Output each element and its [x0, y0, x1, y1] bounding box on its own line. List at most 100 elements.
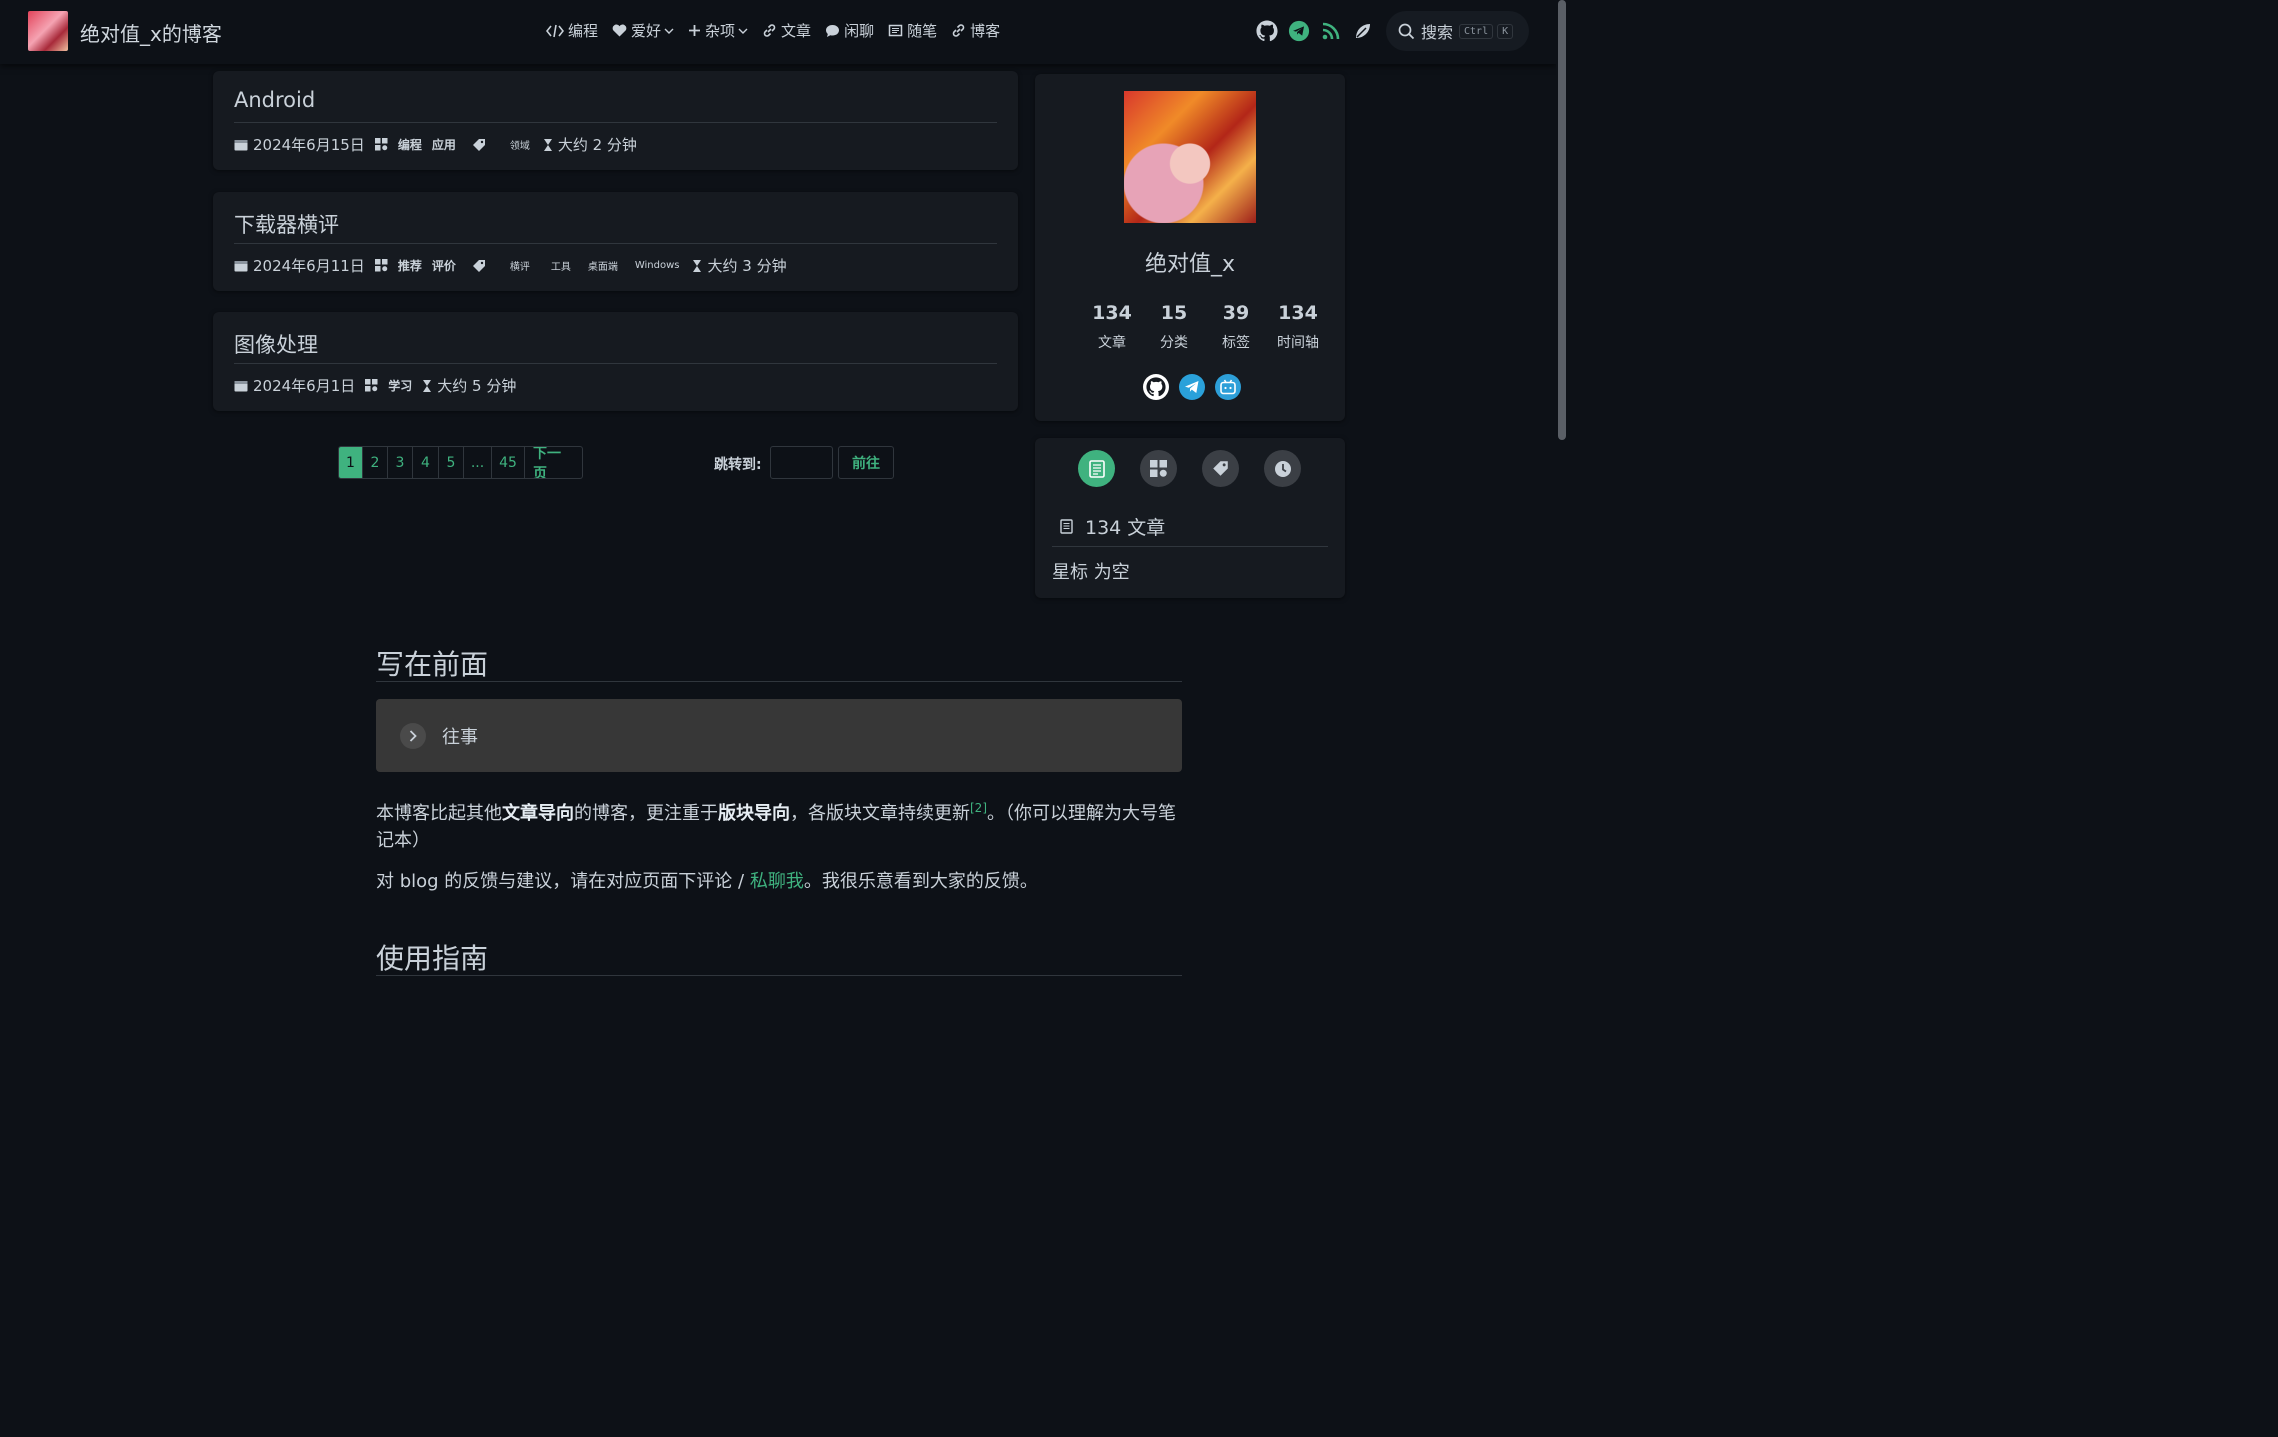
- text: 对 blog 的反馈与建议，请在对应页面下评论 /: [376, 871, 750, 892]
- search-button[interactable]: 搜索 Ctrl K: [1386, 11, 1529, 51]
- read-time-item: 大约 2 分钟: [543, 134, 637, 155]
- stat-tags[interactable]: 39 标签: [1205, 302, 1267, 352]
- footnote-link[interactable]: [2]: [970, 801, 987, 815]
- article-icon: [1088, 459, 1105, 478]
- page-button[interactable]: 3: [388, 447, 413, 478]
- bilibili-icon[interactable]: [1215, 374, 1241, 400]
- telegram-icon[interactable]: [1288, 20, 1310, 42]
- stat-number: 15: [1160, 302, 1188, 324]
- telegram-icon[interactable]: [1179, 374, 1205, 400]
- tag-link[interactable]: 工具: [551, 258, 571, 273]
- link-icon: [763, 24, 776, 37]
- article-meta: 2024年6月11日 推荐 评价 横评 工具 桌面端 Windows 大约 3 …: [234, 255, 797, 276]
- stat-label: 分类: [1160, 335, 1188, 351]
- chevron-right-icon: [400, 722, 426, 749]
- stat-label: 文章: [1098, 335, 1126, 351]
- category-link[interactable]: 学习: [388, 377, 412, 394]
- article-card[interactable]: 图像处理 2024年6月1日 学习 大约 5 分钟: [213, 312, 1018, 411]
- page-button[interactable]: 5: [439, 447, 464, 478]
- tag-link[interactable]: 领域: [510, 137, 530, 152]
- feedback-paragraph: 对 blog 的反馈与建议，请在对应页面下评论 / 私聊我。我很乐意看到大家的反…: [376, 868, 1182, 895]
- stat-number: 39: [1222, 302, 1250, 324]
- hourglass-icon: [543, 138, 552, 151]
- contact-link[interactable]: 私聊我: [750, 871, 804, 892]
- calendar-icon: [234, 381, 248, 392]
- text: 的博客，更注重于: [574, 803, 718, 824]
- profile-name: 绝对值_x: [1144, 252, 1236, 277]
- category-link[interactable]: 评价: [432, 257, 456, 274]
- article-date: 2024年6月15日: [253, 136, 365, 154]
- next-page-button[interactable]: 下一页: [525, 447, 582, 478]
- nav-item-essays[interactable]: 随笔: [888, 20, 937, 41]
- tab-categories[interactable]: [1140, 450, 1177, 487]
- plus-icon: [689, 25, 701, 36]
- read-time: 大约 3 分钟: [707, 257, 787, 275]
- stat-number: 134: [1278, 302, 1318, 324]
- category-link[interactable]: 推荐: [398, 257, 422, 274]
- article-title[interactable]: 图像处理: [234, 329, 318, 359]
- chat-icon: [826, 24, 840, 37]
- article-date: 2024年6月1日: [253, 377, 356, 395]
- read-time-item: 大约 3 分钟: [692, 255, 787, 276]
- read-time: 大约 5 分钟: [437, 377, 517, 395]
- nav-item-hobbies[interactable]: 爱好: [612, 20, 674, 41]
- category-icon: [1150, 460, 1167, 477]
- page-button[interactable]: 4: [413, 447, 439, 478]
- category-link[interactable]: 编程: [398, 136, 422, 153]
- page-button[interactable]: 2: [363, 447, 388, 478]
- category-link[interactable]: 应用: [432, 136, 456, 153]
- tag-link[interactable]: Windows: [635, 260, 680, 271]
- stat-label: 时间轴: [1277, 335, 1319, 351]
- theme-toggle-icon[interactable]: [1352, 20, 1374, 42]
- read-time: 大约 2 分钟: [557, 136, 637, 154]
- page-button[interactable]: 45: [492, 447, 525, 478]
- stat-timeline[interactable]: 134 时间轴: [1267, 302, 1329, 352]
- nav-item-blogs[interactable]: 博客: [951, 20, 1000, 41]
- stat-categories[interactable]: 15 分类: [1143, 302, 1205, 352]
- tag-link[interactable]: 桌面端: [588, 258, 618, 273]
- blog-info-card: 134 文章 星标 为空: [1035, 438, 1345, 598]
- tab-timeline[interactable]: [1264, 450, 1301, 487]
- category-icon: [374, 138, 388, 151]
- tag-link[interactable]: 横评: [510, 258, 530, 273]
- jump-page-input[interactable]: [770, 446, 833, 479]
- site-name[interactable]: 绝对值_x的博客: [80, 18, 222, 47]
- avatar[interactable]: [1124, 91, 1256, 223]
- stat-articles[interactable]: 134 文章: [1081, 302, 1143, 352]
- site-logo[interactable]: [28, 11, 68, 51]
- page-button[interactable]: 1: [339, 447, 363, 478]
- tab-articles[interactable]: [1078, 450, 1115, 487]
- divider: [234, 122, 997, 123]
- article-meta: 2024年6月1日 学习 大约 5 分钟: [234, 375, 526, 396]
- nav-item-chat[interactable]: 闲聊: [825, 20, 874, 41]
- text: 。我很乐意看到大家的反馈。: [803, 871, 1038, 892]
- scrollbar-thumb[interactable]: [1558, 0, 1566, 440]
- scrollbar[interactable]: [1556, 0, 1568, 989]
- divider: [234, 243, 997, 244]
- jump-label: 跳转到:: [714, 457, 762, 473]
- calendar-icon: [234, 140, 248, 151]
- article-count-text: 134 文章: [1085, 517, 1166, 539]
- date-item: 2024年6月15日: [234, 134, 365, 155]
- article-title[interactable]: 下载器横评: [234, 209, 339, 239]
- nav-item-label: 编程: [568, 22, 599, 40]
- emphasis: 版块导向: [718, 803, 790, 824]
- link-icon: [952, 24, 965, 37]
- details-label: 往事: [442, 726, 478, 748]
- github-icon[interactable]: [1143, 374, 1169, 400]
- article-card[interactable]: Android 2024年6月15日 编程 应用 领域 大约 2 分钟: [213, 71, 1018, 170]
- rss-icon[interactable]: [1320, 20, 1342, 42]
- nav-item-label: 博客: [970, 22, 1001, 40]
- text: 本博客比起其他: [376, 803, 502, 824]
- jump-go-button[interactable]: 前往: [838, 446, 894, 479]
- nav-item-misc[interactable]: 杂项: [688, 20, 748, 41]
- profile-socials: [1143, 374, 1241, 400]
- nav-item-articles[interactable]: 文章: [762, 20, 811, 41]
- nav-item-programming[interactable]: 编程: [546, 20, 598, 41]
- github-icon[interactable]: [1256, 20, 1278, 42]
- article-card[interactable]: 下载器横评 2024年6月11日 推荐 评价 横评 工具 桌面端 Windows…: [213, 192, 1018, 291]
- tab-tags[interactable]: [1202, 450, 1239, 487]
- article-title[interactable]: Android: [234, 88, 315, 112]
- text: ，各版块文章持续更新: [790, 803, 970, 824]
- details-collapsible[interactable]: 往事: [376, 699, 1182, 772]
